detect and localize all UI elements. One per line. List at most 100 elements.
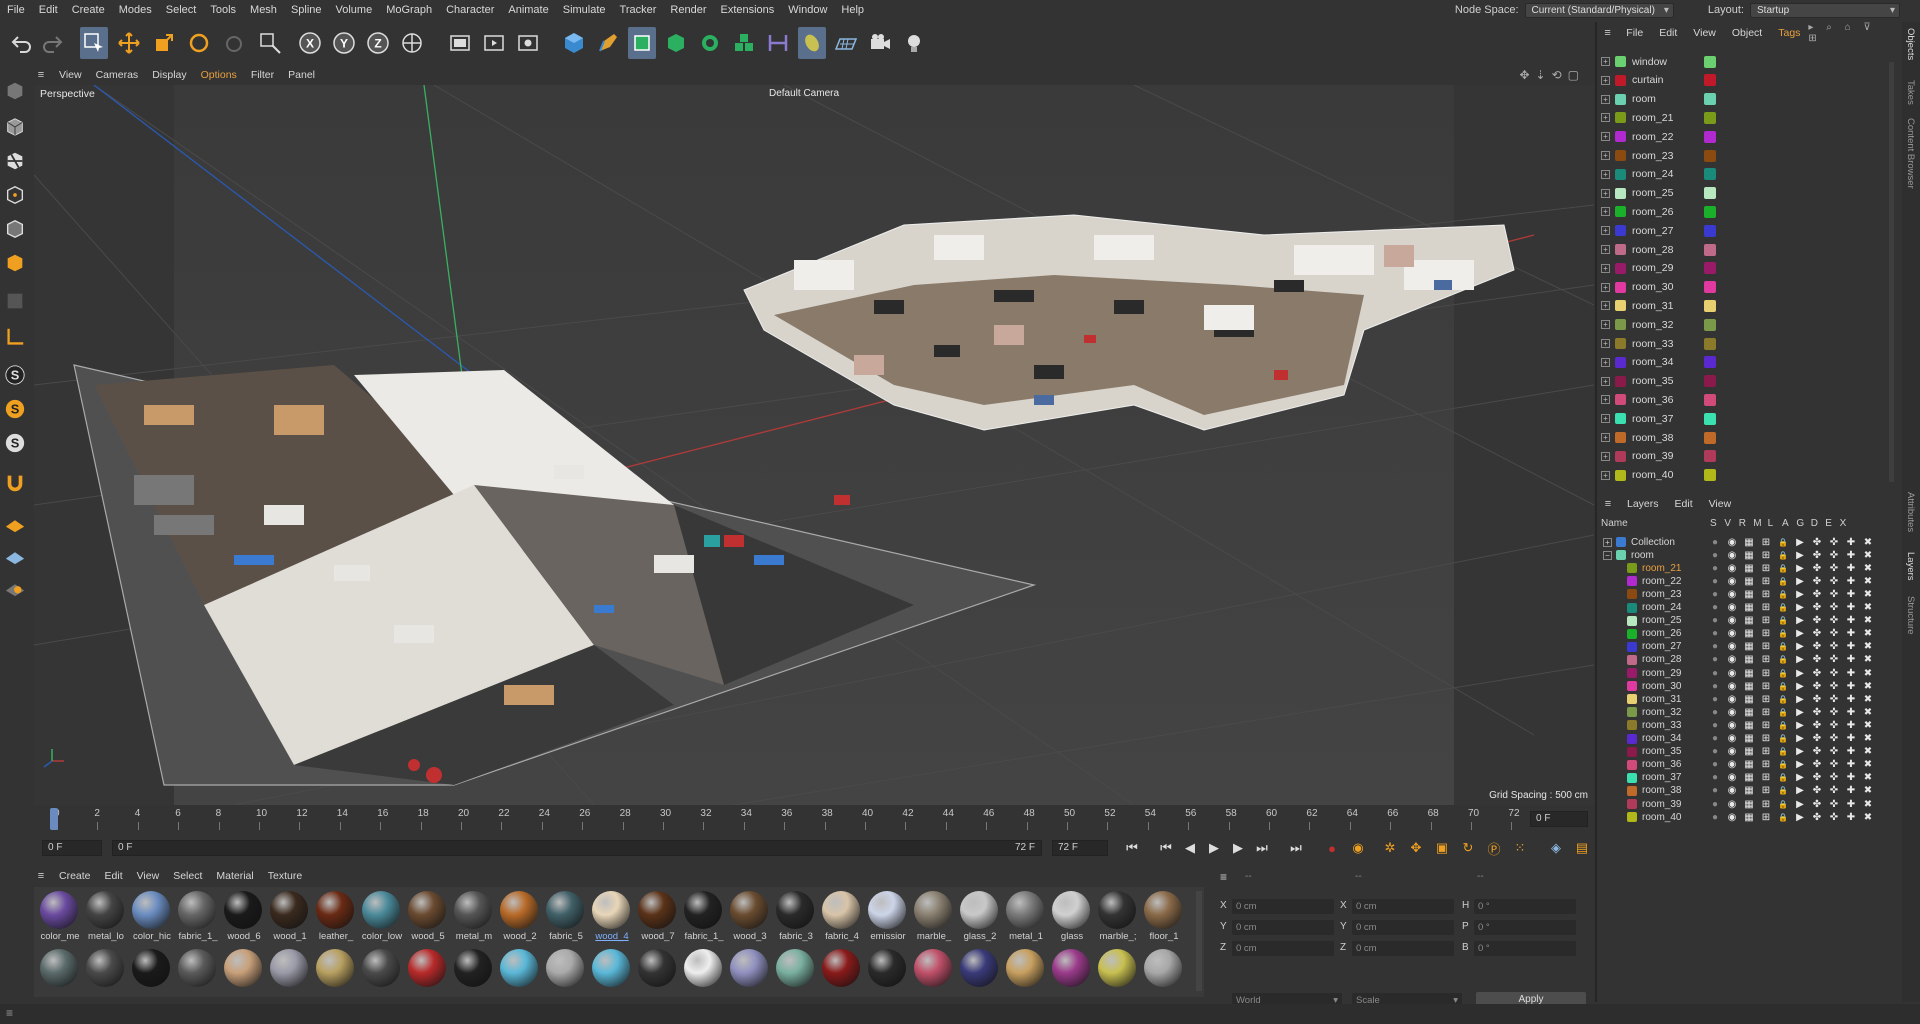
visible-editor-icon[interactable]: ◉ (1726, 811, 1738, 823)
size-value-field[interactable]: 0 cm (1352, 941, 1454, 956)
preview-range-slider[interactable]: 0 F 72 F (112, 840, 1042, 856)
cube-icon[interactable] (560, 27, 588, 59)
extrude-icon[interactable] (662, 27, 690, 59)
x-axis-lock-icon[interactable]: X (296, 27, 324, 59)
menu-character[interactable]: Character (439, 0, 501, 20)
edge-mode-icon[interactable] (2, 216, 28, 242)
expand-icon[interactable]: + (1601, 169, 1610, 179)
material-thumbnail[interactable] (682, 949, 724, 987)
layer-color-tag[interactable] (1704, 262, 1716, 275)
menu-animate[interactable]: Animate (501, 0, 555, 20)
layer-column-header[interactable]: D (1811, 518, 1818, 529)
material-menu-material[interactable]: Material (209, 870, 260, 882)
material-thumbnail[interactable]: color_low (360, 891, 402, 942)
tab-content-browser[interactable]: Content Browser (1905, 118, 1916, 189)
layer-color-tag[interactable] (1704, 393, 1716, 406)
hamburger-icon[interactable]: ≡ (1220, 870, 1227, 884)
animation-icon[interactable]: ▶ (1794, 811, 1806, 823)
expand-icon[interactable]: + (1601, 433, 1610, 442)
layer-color-swatch[interactable] (1627, 576, 1637, 587)
object-menu-view[interactable]: View (1685, 27, 1724, 39)
material-thumbnail[interactable]: metal_lo (84, 891, 126, 942)
material-thumbnail[interactable] (958, 949, 1000, 987)
viewport-menu-panel[interactable]: Panel (281, 69, 322, 81)
layer-color-tag[interactable] (1704, 187, 1716, 200)
object-row[interactable]: + curtain (1597, 71, 1887, 90)
material-menu-texture[interactable]: Texture (261, 870, 309, 882)
go-to-start-icon[interactable]: ⏮ (1120, 838, 1144, 858)
position-value-field[interactable]: 0 cm (1232, 920, 1334, 935)
material-thumbnail[interactable]: emissior (866, 891, 908, 942)
expand-icon[interactable]: + (1601, 339, 1610, 348)
material-thumbnail[interactable] (84, 949, 126, 987)
rotation-value-field[interactable]: 0 ° (1474, 899, 1576, 914)
camera-icon[interactable] (866, 27, 894, 59)
subdivision-icon[interactable] (628, 27, 656, 59)
timeline-icon[interactable]: ▤ (1570, 838, 1594, 858)
end-frame-field[interactable]: 72 F (1052, 840, 1108, 856)
layer-row[interactable]: room_40 ● ◉ ▦ ⊞ 🔒 ▶ ✤ ✜ ✚ ✖ (1597, 809, 1897, 825)
object-row[interactable]: + room_39 (1597, 447, 1887, 466)
object-row[interactable]: + room_22 (1597, 127, 1887, 146)
material-thumbnail[interactable] (498, 949, 540, 987)
point-mode-icon[interactable] (2, 182, 28, 208)
object-manager-tools-icons[interactable]: ▸ ⌕ ⌂ ⊽ ⊞ (1808, 22, 1902, 44)
layer-color-tag[interactable] (1704, 318, 1716, 331)
manager-icon[interactable]: ⊞ (1760, 811, 1772, 823)
layer-color-swatch[interactable] (1627, 641, 1637, 652)
timeline-ruler[interactable]: 0246810121416182022242628303234363840424… (30, 806, 1595, 834)
selection-filter-icon[interactable] (256, 27, 284, 59)
expand-icon[interactable]: + (1601, 132, 1610, 142)
panel-divider[interactable] (1595, 22, 1597, 1002)
material-thumbnail[interactable] (636, 949, 678, 987)
object-menu-edit[interactable]: Edit (1651, 27, 1685, 39)
layer-column-header[interactable]: S (1710, 518, 1717, 529)
material-thumbnail[interactable] (176, 949, 218, 987)
object-row[interactable]: + room_38 (1597, 428, 1887, 447)
tab-layers[interactable]: Layers (1905, 552, 1916, 581)
floor-icon[interactable] (832, 27, 860, 59)
expand-icon[interactable]: + (1601, 245, 1610, 254)
material-thumbnail[interactable]: metal_m (452, 891, 494, 942)
menu-mesh[interactable]: Mesh (243, 0, 284, 20)
lock-icon[interactable]: 🔒 (1777, 811, 1789, 823)
render-view-icon[interactable] (480, 27, 508, 59)
menu-volume[interactable]: Volume (329, 0, 380, 20)
axis-mode-icon[interactable] (2, 324, 28, 350)
size-value-field[interactable]: 0 cm (1352, 920, 1454, 935)
key-position-icon[interactable]: ✥ (1404, 838, 1428, 858)
layer-color-tag[interactable] (1704, 450, 1716, 463)
rotation-value-field[interactable]: 0 ° (1474, 920, 1576, 935)
layer-color-tag[interactable] (1704, 168, 1716, 181)
layer-color-tag[interactable] (1704, 375, 1716, 388)
layer-color-swatch[interactable] (1627, 668, 1637, 678)
layer-color-swatch[interactable] (1627, 772, 1637, 783)
object-row[interactable]: + room_31 (1597, 296, 1887, 315)
material-thumbnail[interactable]: wood_5 (406, 891, 448, 942)
material-thumbnail[interactable]: wood_4 (590, 891, 632, 942)
material-menu-view[interactable]: View (130, 870, 167, 882)
material-thumbnail[interactable]: wood_1 (268, 891, 310, 942)
material-thumbnail[interactable] (590, 949, 632, 987)
layer-menu-layers[interactable]: Layers (1619, 498, 1667, 510)
scale-icon[interactable] (150, 27, 178, 59)
layer-color-swatch[interactable] (1627, 720, 1637, 731)
layer-color-swatch[interactable] (1616, 537, 1626, 547)
object-row[interactable]: + room_29 (1597, 259, 1887, 278)
layer-color-tag[interactable] (1704, 111, 1716, 124)
previous-frame-icon[interactable]: ◀ (1178, 838, 1202, 858)
object-row[interactable]: + room_26 (1597, 202, 1887, 221)
material-thumbnail[interactable]: marble_; (1096, 891, 1138, 942)
material-thumbnail[interactable] (774, 949, 816, 987)
expand-icon[interactable]: + (1601, 226, 1610, 236)
layer-color-tag[interactable] (1704, 469, 1716, 482)
material-menu-select[interactable]: Select (166, 870, 209, 882)
viewport-nav-icons[interactable]: ✥⇣⟲▢ (1519, 68, 1595, 82)
layer-color-swatch[interactable] (1627, 563, 1637, 574)
layer-color-swatch[interactable] (1627, 812, 1637, 823)
viewport-menu-display[interactable]: Display (145, 69, 193, 81)
z-axis-lock-icon[interactable]: Z (364, 27, 392, 59)
layer-color-swatch[interactable] (1627, 785, 1637, 796)
workplane-lock-icon[interactable] (2, 574, 28, 600)
menu-simulate[interactable]: Simulate (556, 0, 613, 20)
